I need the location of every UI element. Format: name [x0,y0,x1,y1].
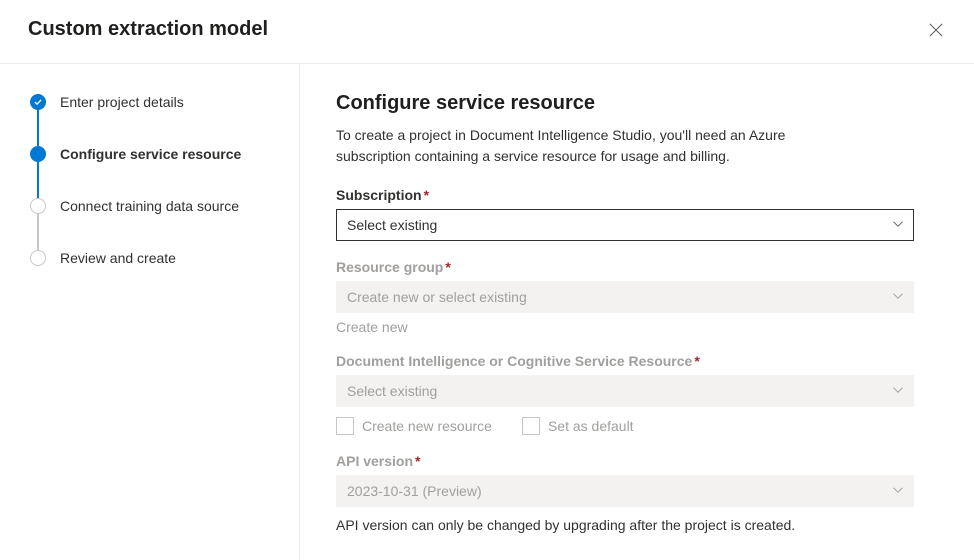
main-panel: Configure service resource To create a p… [300,64,974,560]
label-text: Subscription [336,187,422,203]
close-button[interactable] [926,20,946,40]
step-label: Connect training data source [60,198,239,214]
api-version-helper: API version can only be changed by upgra… [336,517,914,533]
create-new-resource-group-link[interactable]: Create new [336,319,408,335]
close-icon [929,23,943,37]
step-current-icon [30,146,46,162]
required-indicator: * [694,353,699,369]
label-text: Document Intelligence or Cognitive Servi… [336,353,692,369]
service-resource-select[interactable]: Select existing [336,375,914,407]
checkbox-box [336,417,354,435]
page-title: Configure service resource [336,92,914,115]
checkbox-box [522,417,540,435]
resource-group-select-value: Create new or select existing [336,281,914,313]
dialog-title: Custom extraction model [28,18,268,41]
checkbox-label: Create new resource [362,418,492,434]
label-text: Resource group [336,259,443,275]
required-indicator: * [415,453,420,469]
step-pending-icon [30,198,46,214]
step-enter-project-details[interactable]: Enter project details [30,94,279,110]
step-connector [37,214,39,250]
required-indicator: * [445,259,450,275]
subscription-field: Subscription* Select existing [336,187,914,241]
service-resource-options: Create new resource Set as default [336,417,914,435]
dialog-content: Enter project details Configure service … [0,64,974,560]
create-new-resource-checkbox[interactable]: Create new resource [336,417,492,435]
service-resource-field: Document Intelligence or Cognitive Servi… [336,353,914,435]
api-version-label: API version* [336,453,914,469]
set-as-default-checkbox[interactable]: Set as default [522,417,634,435]
api-version-select[interactable]: 2023-10-31 (Preview) [336,475,914,507]
checkbox-label: Set as default [548,418,634,434]
page-description: To create a project in Document Intellig… [336,125,816,167]
step-connect-training-data-source[interactable]: Connect training data source [30,198,279,214]
step-label: Configure service resource [60,146,241,162]
step-completed-icon [30,94,46,110]
resource-group-field: Resource group* Create new or select exi… [336,259,914,335]
resource-group-select[interactable]: Create new or select existing [336,281,914,313]
required-indicator: * [424,187,429,203]
wizard-sidebar: Enter project details Configure service … [0,64,300,560]
subscription-select[interactable]: Select existing [336,209,914,241]
dialog-header: Custom extraction model [0,0,974,64]
service-resource-select-value: Select existing [336,375,914,407]
step-pending-icon [30,250,46,266]
service-resource-label: Document Intelligence or Cognitive Servi… [336,353,914,369]
step-connector [37,110,39,146]
api-version-select-value: 2023-10-31 (Preview) [336,475,914,507]
subscription-label: Subscription* [336,187,914,203]
step-review-and-create[interactable]: Review and create [30,250,279,266]
step-label: Enter project details [60,94,184,110]
step-configure-service-resource[interactable]: Configure service resource [30,146,279,162]
subscription-select-value: Select existing [336,209,914,241]
api-version-field: API version* 2023-10-31 (Preview) API ve… [336,453,914,533]
step-label: Review and create [60,250,176,266]
label-text: API version [336,453,413,469]
resource-group-label: Resource group* [336,259,914,275]
step-connector [37,162,39,198]
